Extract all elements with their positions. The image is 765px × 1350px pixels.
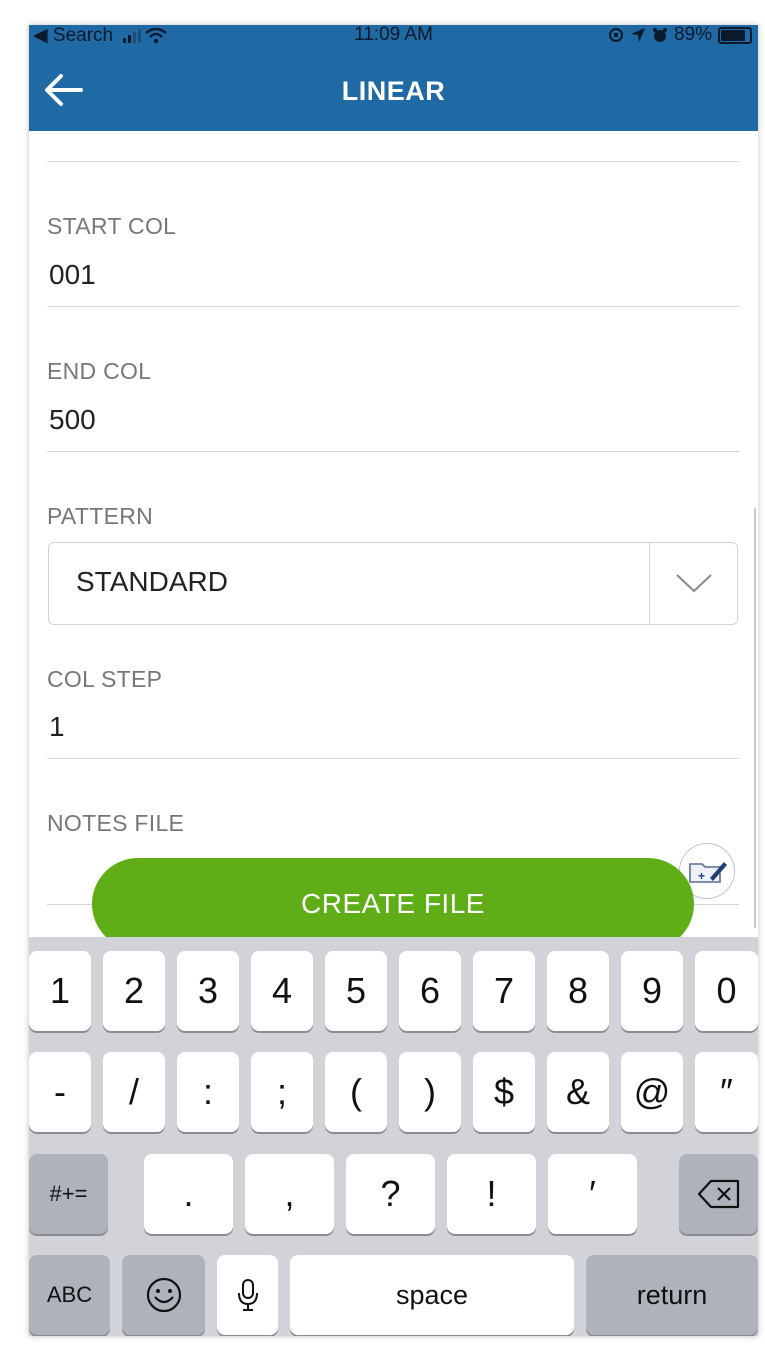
key-at[interactable]: @ <box>621 1052 683 1132</box>
start-col-label: START COL <box>47 213 177 239</box>
key-7[interactable]: 7 <box>473 951 535 1031</box>
field-divider <box>47 161 739 162</box>
key-space[interactable]: space <box>290 1255 574 1335</box>
start-col-input[interactable]: 001 <box>49 259 96 291</box>
end-col-label: END COL <box>47 358 152 384</box>
key-dictation[interactable] <box>217 1255 278 1335</box>
key-9[interactable]: 9 <box>621 951 683 1031</box>
form-content: START COL 001 END COL 500 PATTERN STANDA… <box>29 131 758 941</box>
key-open-paren[interactable]: ( <box>325 1052 387 1132</box>
app-header: LINEAR <box>29 46 758 131</box>
key-period[interactable]: . <box>144 1154 233 1234</box>
key-3[interactable]: 3 <box>177 951 239 1031</box>
key-ampersand[interactable]: & <box>547 1052 609 1132</box>
chevron-down-icon[interactable] <box>675 571 713 595</box>
phone-screen: ◀ Search 11:09 AM 89% LINEAR START COL 0… <box>29 25 758 1336</box>
pattern-label: PATTERN <box>47 503 154 529</box>
notes-file-label: NOTES FILE <box>47 810 185 836</box>
rotation-lock-icon <box>608 28 623 42</box>
key-6[interactable]: 6 <box>399 951 461 1031</box>
alarm-icon <box>652 28 667 42</box>
col-step-input[interactable]: 1 <box>49 711 65 743</box>
key-emoji[interactable] <box>122 1255 205 1335</box>
key-close-paren[interactable]: ) <box>399 1052 461 1132</box>
microphone-icon <box>237 1279 258 1311</box>
emoji-icon <box>146 1277 181 1313</box>
key-question[interactable]: ? <box>346 1154 435 1234</box>
pattern-selected-value: STANDARD <box>76 566 228 597</box>
key-double-quote[interactable]: ″ <box>695 1052 758 1132</box>
key-5[interactable]: 5 <box>325 951 387 1031</box>
field-divider <box>47 758 739 759</box>
end-col-input[interactable]: 500 <box>49 404 96 436</box>
key-hyphen[interactable]: - <box>29 1052 91 1132</box>
col-step-label: COL STEP <box>47 666 163 692</box>
key-8[interactable]: 8 <box>547 951 609 1031</box>
select-separator <box>649 543 650 624</box>
field-divider <box>47 306 739 307</box>
key-dollar[interactable]: $ <box>473 1052 535 1132</box>
page-title: LINEAR <box>341 76 446 106</box>
key-1[interactable]: 1 <box>29 951 91 1031</box>
key-delete[interactable] <box>679 1154 758 1234</box>
battery-icon <box>718 26 752 44</box>
field-divider <box>47 451 739 452</box>
pattern-select[interactable]: STANDARD <box>48 542 738 625</box>
key-comma[interactable]: , <box>245 1154 334 1234</box>
numeric-keyboard: 1 2 3 4 5 6 7 8 9 0 - / : ; ( ) $ & @ ″ … <box>29 937 758 1336</box>
key-slash[interactable]: / <box>103 1052 165 1132</box>
key-exclamation[interactable]: ! <box>447 1154 536 1234</box>
backspace-icon <box>697 1179 739 1209</box>
clock: 11:09 AM <box>354 25 433 45</box>
key-2[interactable]: 2 <box>103 951 165 1031</box>
key-4[interactable]: 4 <box>251 951 313 1031</box>
key-abc-toggle[interactable]: ABC <box>29 1255 110 1335</box>
svg-text:+: + <box>698 869 705 883</box>
status-bar: ◀ Search 11:09 AM 89% <box>29 25 758 46</box>
key-symbols-toggle[interactable]: #+= <box>29 1154 108 1234</box>
key-0[interactable]: 0 <box>695 951 758 1031</box>
key-colon[interactable]: : <box>177 1052 239 1132</box>
key-semicolon[interactable]: ; <box>251 1052 313 1132</box>
key-return[interactable]: return <box>586 1255 758 1335</box>
location-icon <box>630 28 645 42</box>
scrollbar[interactable] <box>754 508 756 928</box>
battery-percent: 89% <box>673 25 712 45</box>
key-apostrophe[interactable]: ′ <box>548 1154 637 1234</box>
